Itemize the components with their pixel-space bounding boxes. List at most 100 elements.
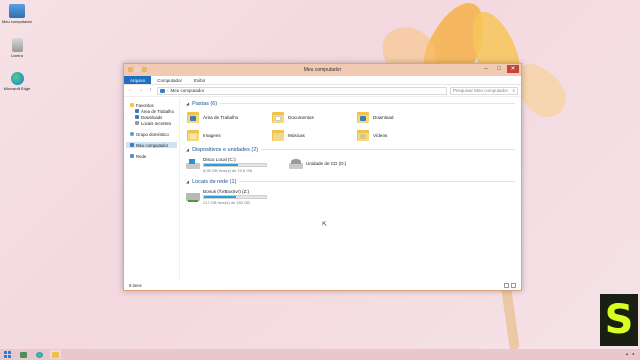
folder-download[interactable]: Download xyxy=(356,110,441,124)
edge-icon xyxy=(10,72,24,85)
edge-icon xyxy=(36,351,43,358)
drive-cd-d[interactable]: Unidade de CD (D:) xyxy=(289,157,346,173)
folder-desktop[interactable]: Área de Trabalho xyxy=(186,110,271,124)
computer-icon xyxy=(130,143,134,147)
file-explorer-icon xyxy=(52,351,59,358)
taskbar-app-1[interactable] xyxy=(18,350,29,359)
maximize-button[interactable]: □ xyxy=(494,65,504,73)
collapse-arrow-icon[interactable]: ◢ xyxy=(186,101,189,106)
taskbar: ▴ ◂ xyxy=(0,349,640,360)
search-placeholder: Pesquisar Meu computador xyxy=(453,88,509,93)
collapse-arrow-icon[interactable]: ◢ xyxy=(186,179,189,184)
ribbon-tabs: Arquivo Computador Exibir xyxy=(124,76,521,85)
desktop-icon-computer[interactable]: Meu computador xyxy=(2,4,32,24)
download-icon xyxy=(135,115,139,119)
forward-button[interactable]: → xyxy=(137,87,144,94)
up-button[interactable]: ↑ xyxy=(147,87,154,94)
desktop-icon-edge[interactable]: Microsoft Edge xyxy=(2,72,32,91)
folder-name: Documentos xyxy=(288,114,314,120)
volume-icon[interactable]: ◂ xyxy=(632,351,634,356)
collapse-arrow-icon[interactable]: ◢ xyxy=(186,147,189,152)
taskbar-edge[interactable] xyxy=(34,350,45,359)
nav-item-label: Meu computador xyxy=(136,142,169,148)
properties-icon[interactable] xyxy=(135,67,140,72)
title-bar[interactable]: Meu computador – □ ✕ xyxy=(124,64,521,76)
nav-item-network[interactable]: Rede xyxy=(126,153,177,159)
computer-icon xyxy=(160,88,165,93)
desktop-icon-label: Microsoft Edge xyxy=(3,86,31,91)
desktop-icon-recycle-bin[interactable]: Lixeira xyxy=(2,38,32,58)
address-field[interactable]: › Meu computador xyxy=(157,86,447,95)
details-view-icon[interactable] xyxy=(504,283,509,288)
search-input[interactable]: Pesquisar Meu computador ⌕ xyxy=(450,86,518,95)
folder-icon[interactable] xyxy=(128,67,133,72)
breadcrumb[interactable]: Meu computador xyxy=(171,88,205,93)
status-bar: 9 itens xyxy=(124,281,521,290)
nav-item-label: Favoritos xyxy=(136,102,154,108)
folder-name: Vídeos xyxy=(373,132,388,138)
folder-pictures[interactable]: Imagens xyxy=(186,128,271,142)
divider xyxy=(239,181,515,182)
window-title: Meu computador xyxy=(303,67,342,73)
download-folder-icon xyxy=(356,110,370,124)
tab-arquivo[interactable]: Arquivo xyxy=(124,76,152,84)
search-icon: ⌕ xyxy=(512,88,515,93)
breadcrumb-separator: › xyxy=(167,88,169,93)
network-tray-icon[interactable]: ▴ xyxy=(626,351,628,356)
drive-local-c[interactable]: Disco Local (C:) 8,95 GB livre(s) de 19,… xyxy=(186,157,267,173)
drive-name: Unidade de CD (D:) xyxy=(306,161,347,166)
recycle-bin-icon xyxy=(11,38,23,52)
drive-network-z[interactable]: Bonus (\\VBoxSvr) (Z:) 217 GB livre(s) d… xyxy=(186,189,267,205)
desktop-folder-icon xyxy=(186,110,200,124)
app-icon xyxy=(20,351,27,358)
nav-item-homegroup[interactable]: Grupo doméstico xyxy=(126,131,177,137)
network-icon xyxy=(130,154,134,158)
tab-exibir[interactable]: Exibir xyxy=(188,76,211,84)
folder-name: Área de Trabalho xyxy=(203,114,239,120)
drive-name: Disco Local (C:) xyxy=(203,157,236,162)
local-disk-icon xyxy=(186,159,200,171)
group-header-label: Dispositivos e unidades (2) xyxy=(192,146,259,153)
taskbar-explorer[interactable] xyxy=(50,350,61,359)
navigation-pane: Favoritos Área de Trabalho Downloads Loc… xyxy=(124,98,180,281)
folder-name: Imagens xyxy=(203,132,221,138)
nav-item-label: Rede xyxy=(136,153,147,159)
folder-music[interactable]: Músicas xyxy=(271,128,356,142)
music-folder-icon xyxy=(271,128,285,142)
nav-item-label: Downloads xyxy=(141,114,163,120)
folders-grid: Área de Trabalho Documentos Download Ima… xyxy=(186,107,515,146)
drive-usage-bar xyxy=(203,195,267,199)
drive-free-space: 8,95 GB livre(s) de 19,8 GB xyxy=(203,168,253,173)
windows-logo-icon xyxy=(4,351,11,358)
network-list: Bonus (\\VBoxSvr) (Z:) 217 GB livre(s) d… xyxy=(186,185,515,210)
pictures-folder-icon xyxy=(186,128,200,142)
folder-documents[interactable]: Documentos xyxy=(271,110,356,124)
videos-folder-icon xyxy=(356,128,370,142)
folder-videos[interactable]: Vídeos xyxy=(356,128,441,142)
mouse-cursor-icon: ⇱ xyxy=(322,222,328,228)
group-header-folders[interactable]: ◢ Pastas (6) xyxy=(186,100,515,107)
group-header-devices[interactable]: ◢ Dispositivos e unidades (2) xyxy=(186,146,515,153)
large-icons-view-icon[interactable] xyxy=(511,283,516,288)
new-folder-icon[interactable] xyxy=(142,67,147,72)
close-button[interactable]: ✕ xyxy=(507,65,519,73)
nav-item-label: Grupo doméstico xyxy=(136,131,169,137)
group-header-label: Pastas (6) xyxy=(192,100,218,107)
item-count: 9 itens xyxy=(129,283,142,288)
star-icon xyxy=(130,103,134,107)
start-button[interactable] xyxy=(2,350,13,359)
tab-computador[interactable]: Computador xyxy=(151,76,188,84)
back-button[interactable]: ← xyxy=(127,87,134,94)
minimize-button[interactable]: – xyxy=(481,65,491,73)
divider xyxy=(261,149,515,150)
nav-item-label: Locais recentes xyxy=(141,120,172,126)
nav-item-label: Área de Trabalho xyxy=(141,108,174,114)
nav-item-computer[interactable]: Meu computador xyxy=(126,142,177,148)
group-header-network[interactable]: ◢ Locais de rede (1) xyxy=(186,178,515,185)
desktop-icon-label: Lixeira xyxy=(11,53,23,58)
recent-places-icon xyxy=(135,121,139,125)
logo-s-icon: S xyxy=(604,297,634,343)
network-drive-icon xyxy=(186,191,200,203)
folder-name: Músicas xyxy=(288,132,305,138)
nav-item-recent[interactable]: Locais recentes xyxy=(126,120,177,126)
